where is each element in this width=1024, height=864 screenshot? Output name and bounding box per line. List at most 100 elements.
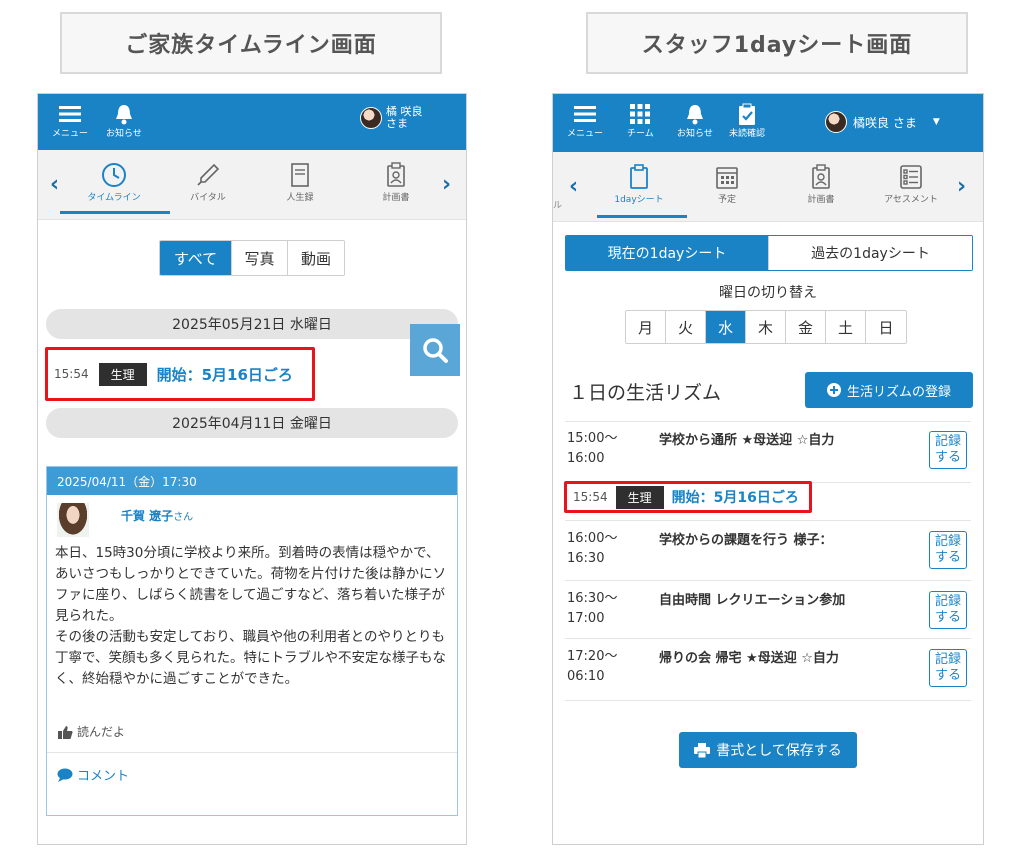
plus-circle-icon [826, 383, 841, 397]
calendar-icon [715, 162, 739, 192]
comment-button[interactable]: コメント [47, 753, 457, 796]
media-filter: すべて 写真 動画 [159, 240, 345, 276]
row-title: 自由時間 レクリエーション参加 [659, 593, 846, 608]
unconfirmed-label: 未読確認 [729, 129, 766, 139]
partial-tab-label: ル [553, 201, 563, 211]
chevron-left-icon[interactable]: ‹ [569, 174, 578, 199]
clipboard-check-icon [737, 102, 757, 126]
user-name: 橘咲良 さま [853, 115, 917, 130]
unconfirmed-button[interactable]: 未読確認 [729, 102, 765, 139]
weekday-title: 曜日の切り替え [719, 285, 817, 301]
user-menu[interactable]: 橘 咲良 さま [360, 106, 423, 130]
notice-label: お知らせ [677, 129, 713, 139]
card-header: 2025/04/11（金）17:30 [47, 467, 457, 495]
record-button[interactable]: 記録 する [929, 531, 967, 569]
tab-label: バイタル [190, 193, 226, 203]
like-label: 読んだよ [77, 725, 126, 739]
tab-label: 計画書 [382, 193, 410, 203]
register-rhythm-button[interactable]: 生活リズムの登録 [805, 372, 973, 408]
notice-button[interactable]: お知らせ [106, 102, 142, 139]
active-tab-indicator [597, 215, 687, 218]
tab-plan[interactable]: 計画書 [781, 162, 861, 205]
menu-button[interactable]: メニュー [52, 102, 88, 139]
clock-icon [101, 160, 127, 190]
weekday-sat[interactable]: 土 [826, 311, 866, 343]
record-button[interactable]: 記録 する [929, 431, 967, 469]
weekday-sun[interactable]: 日 [866, 311, 906, 343]
entry-text: 開始：5月16日ごろ [671, 490, 799, 506]
staff-1day-screen: メニュー チーム お知らせ 未読確認 橘咲良 さま ▼ ル ‹ 1dayシート … [552, 93, 984, 845]
chevron-right-icon[interactable]: › [957, 174, 966, 199]
row-time: 16:30〜 17:00 [567, 591, 618, 626]
tab-current-sheet[interactable]: 現在の1dayシート [566, 236, 769, 270]
entry-tag: 生理 [98, 362, 147, 386]
register-rhythm-label: 生活リズムの登録 [846, 384, 951, 400]
grid-icon [629, 102, 651, 126]
filter-photo[interactable]: 写真 [232, 241, 288, 275]
menu-button[interactable]: メニュー [567, 102, 603, 139]
tab-plan[interactable]: 計画書 [356, 160, 436, 203]
weekday-mon[interactable]: 月 [626, 311, 666, 343]
printer-icon [694, 742, 711, 758]
book-icon [289, 160, 311, 190]
save-as-template-label: 書式として保存する [716, 743, 842, 759]
record-button[interactable]: 記録 する [929, 591, 967, 629]
rhythm-row: 17:20〜 06:10 帰りの会 帰宅 ★母送迎 ☆自力 記録 する [565, 639, 971, 701]
tab-assessment[interactable]: アセスメント [871, 162, 951, 205]
menu-label: メニュー [567, 129, 604, 139]
notice-button[interactable]: お知らせ [677, 102, 713, 139]
filter-all[interactable]: すべて [160, 241, 232, 275]
tab-label: 予定 [717, 195, 736, 205]
menu-label: メニュー [52, 129, 89, 139]
entry-time: 15:54 [573, 490, 608, 504]
card-body: 本日、15時30分頃に学校より来所。到着時の表情は穏やかで、あいさつもしっかりと… [55, 545, 447, 687]
weekday-fri[interactable]: 金 [786, 311, 826, 343]
rhythm-row: 15:00〜 16:00 学校から通所 ★母送迎 ☆自力 記録 する [565, 421, 971, 483]
avatar [360, 107, 382, 129]
rhythm-row: 16:00〜 16:30 学校からの課題を行う 様子： 記録 する [565, 521, 971, 581]
date-divider: 2025年04月11日 金曜日 [46, 408, 458, 438]
record-button[interactable]: 記録 する [929, 649, 967, 687]
tab-bar: ル ‹ 1dayシート 予定 計画書 アセスメント › [553, 152, 983, 222]
user-menu[interactable]: 橘咲良 さま ▼ [825, 111, 940, 133]
hamburger-icon [59, 102, 81, 126]
entry-tag: 生理 [615, 485, 664, 509]
row-time: 15:00〜 16:00 [567, 431, 618, 466]
tab-vital[interactable]: バイタル [168, 160, 248, 203]
family-timeline-label: ご家族タイムライン画面 [60, 12, 442, 74]
tab-past-sheet[interactable]: 過去の1dayシート [769, 236, 972, 270]
staff-1day-label: スタッフ1dayシート画面 [586, 12, 968, 74]
row-time: 16:00〜 16:30 [567, 531, 618, 566]
highlighted-entry[interactable]: 15:54 生理 開始：5月16日ごろ [564, 481, 812, 513]
tab-life-record[interactable]: 人生録 [260, 160, 340, 203]
row-title: 帰りの会 帰宅 ★母送迎 ☆自力 [659, 651, 839, 666]
chevron-right-icon[interactable]: › [442, 172, 451, 197]
team-button[interactable]: チーム [627, 102, 654, 139]
tab-label: 人生録 [286, 193, 314, 203]
date-divider: 2025年05月21日 水曜日 [46, 309, 458, 339]
tab-schedule[interactable]: 予定 [687, 162, 767, 205]
author-suffix: さん [173, 512, 194, 523]
save-as-template-button[interactable]: 書式として保存する [679, 732, 857, 768]
weekday-tue[interactable]: 火 [666, 311, 706, 343]
top-bar: メニュー チーム お知らせ 未読確認 橘咲良 さま ▼ [553, 94, 983, 152]
badge-icon [810, 162, 832, 192]
tab-label: 1dayシート [614, 195, 664, 205]
author-avatar [57, 503, 89, 537]
timeline-card: 2025/04/11（金）17:30 千賀 遼子 さん 本日、15時30分頃に学… [46, 466, 458, 816]
tab-timeline[interactable]: タイムライン [74, 160, 154, 203]
filter-video[interactable]: 動画 [288, 241, 344, 275]
tab-1day-sheet[interactable]: 1dayシート [599, 162, 679, 205]
top-bar: メニュー お知らせ 橘 咲良 さま [38, 94, 466, 150]
like-button[interactable]: 読んだよ [47, 717, 457, 746]
thermometer-icon [195, 160, 221, 190]
notice-label: お知らせ [106, 129, 142, 139]
search-button[interactable] [410, 324, 460, 376]
caret-down-icon: ▼ [932, 117, 940, 127]
weekday-wed[interactable]: 水 [706, 311, 746, 343]
highlighted-entry[interactable]: 15:54 生理 開始：5月16日ごろ [45, 347, 315, 401]
weekday-thu[interactable]: 木 [746, 311, 786, 343]
bell-icon [685, 102, 705, 126]
chevron-left-icon[interactable]: ‹ [50, 172, 59, 197]
tab-label: 計画書 [807, 195, 835, 205]
